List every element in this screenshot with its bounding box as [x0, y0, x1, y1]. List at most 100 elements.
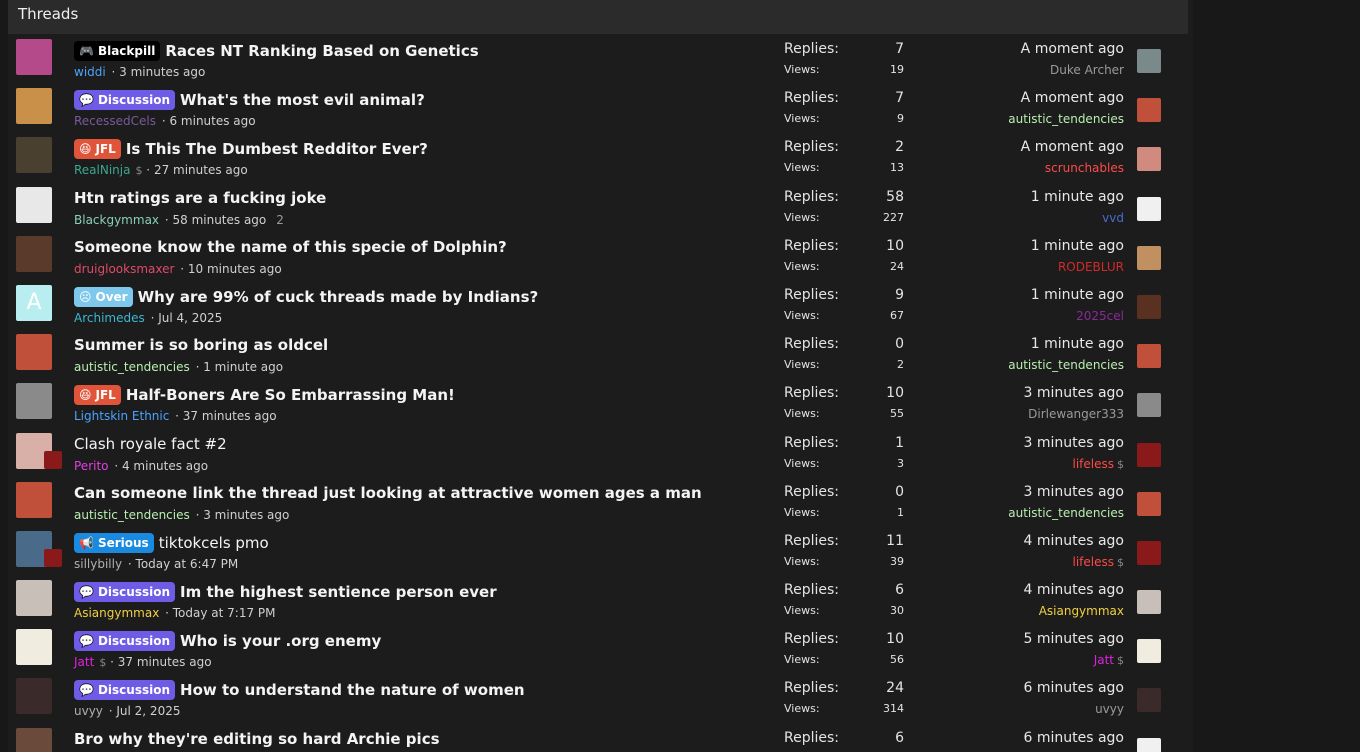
thread-author-link[interactable]: Archimedes — [74, 311, 145, 325]
author-avatar[interactable] — [16, 186, 52, 223]
last-poster-link[interactable]: autistic_tendencies — [1008, 358, 1124, 372]
thread-start-date[interactable]: Jul 4, 2025 — [158, 311, 222, 325]
thread-title-link[interactable]: Htn ratings are a fucking joke — [74, 189, 326, 207]
last-post-time[interactable]: 6 minutes ago — [1023, 680, 1124, 696]
last-post-time[interactable]: A moment ago — [1021, 90, 1124, 106]
thread-start-date[interactable]: 1 minute ago — [203, 360, 283, 374]
page-jump-link[interactable]: 2 — [276, 213, 284, 227]
last-poster-avatar[interactable] — [1137, 294, 1161, 319]
last-poster-avatar[interactable] — [1137, 98, 1161, 123]
thread-row[interactable]: Someone know the name of this specie of … — [8, 232, 1178, 281]
thread-start-date[interactable]: 10 minutes ago — [188, 262, 282, 276]
thread-title-link[interactable]: Who is your .org enemy — [180, 632, 381, 650]
last-poster-link[interactable]: Asiangymmax — [1039, 604, 1124, 618]
author-avatar[interactable] — [16, 727, 52, 752]
last-post-time[interactable]: 1 minute ago — [1031, 336, 1124, 352]
last-poster-link[interactable]: 2025cel — [1076, 309, 1124, 323]
thread-row[interactable]: 🎮 Blackpill Races NT Ranking Based on Gene… — [8, 35, 1178, 84]
thread-start-date[interactable]: 3 minutes ago — [203, 508, 289, 522]
author-avatar[interactable] — [16, 678, 52, 715]
thread-title-link[interactable]: Someone know the name of this specie of … — [74, 238, 507, 256]
thread-title-link[interactable]: Is This The Dumbest Redditor Ever? — [126, 140, 428, 158]
last-post-time[interactable]: 5 minutes ago — [1023, 631, 1124, 647]
last-poster-avatar[interactable] — [1137, 590, 1161, 615]
last-post-time[interactable]: 4 minutes ago — [1023, 582, 1124, 598]
thread-row[interactable]: Htn ratings are a fucking joke Blackgymma… — [8, 183, 1178, 232]
last-post-time[interactable]: 3 minutes ago — [1023, 435, 1124, 451]
thread-title-link[interactable]: Im the highest sentience person ever — [180, 583, 497, 601]
thread-title-link[interactable]: Why are 99% of cuck threads made by Indi… — [138, 288, 539, 306]
thread-title-link[interactable]: What's the most evil animal? — [180, 91, 425, 109]
thread-start-date[interactable]: 3 minutes ago — [119, 65, 205, 79]
last-post-time[interactable]: 1 minute ago — [1031, 189, 1124, 205]
author-avatar[interactable] — [16, 88, 52, 125]
last-poster-avatar[interactable] — [1137, 639, 1161, 664]
thread-start-date[interactable]: 6 minutes ago — [169, 114, 255, 128]
author-avatar[interactable] — [16, 39, 52, 75]
thread-author-link[interactable]: RecessedCels — [74, 114, 156, 128]
last-poster-link[interactable]: scrunchables — [1045, 161, 1124, 175]
thread-title-link[interactable]: Can someone link the thread just looking… — [74, 484, 702, 502]
thread-author-link[interactable]: Jatt — [74, 655, 94, 669]
thread-prefix[interactable]: ☹ Over — [74, 286, 133, 307]
thread-start-date[interactable]: 4 minutes ago — [122, 459, 208, 473]
thread-prefix[interactable]: 💬 Discussion — [74, 582, 176, 603]
last-poster-avatar[interactable] — [1137, 344, 1161, 369]
last-poster-avatar[interactable] — [1137, 491, 1161, 516]
last-poster-avatar[interactable] — [1137, 245, 1161, 270]
author-avatar[interactable] — [16, 235, 52, 272]
author-avatar[interactable] — [16, 629, 52, 666]
thread-prefix[interactable]: 📢 Serious — [74, 532, 154, 553]
thread-prefix[interactable]: 💬 Discussion — [74, 631, 176, 652]
thread-row[interactable]: 💬 Discussion What's the most evil animal? R… — [8, 84, 1178, 133]
thread-row[interactable]: A ☹ Over Why are 99% of cuck threads made b… — [8, 281, 1178, 330]
last-post-time[interactable]: A moment ago — [1021, 41, 1124, 57]
thread-start-date[interactable]: 58 minutes ago — [172, 213, 266, 227]
thread-title-link[interactable]: Clash royale fact #2 — [74, 435, 227, 453]
thread-title-link[interactable]: tiktokcels pmo — [159, 534, 269, 552]
thread-row[interactable]: 💬 Discussion Who is your .org enemy Jatt $ ·… — [8, 625, 1178, 674]
last-post-time[interactable]: 1 minute ago — [1031, 287, 1124, 303]
thread-start-date[interactable]: Today at 6:47 PM — [136, 557, 239, 571]
last-poster-mini-avatar[interactable] — [44, 548, 62, 567]
last-poster-avatar[interactable] — [1137, 147, 1161, 172]
thread-start-date[interactable]: Jul 2, 2025 — [116, 704, 180, 718]
last-poster-avatar[interactable] — [1137, 688, 1161, 713]
last-poster-link[interactable]: lifeless $ — [1073, 555, 1125, 569]
author-avatar[interactable] — [16, 481, 52, 518]
thread-author-link[interactable]: autistic_tendencies — [74, 508, 190, 522]
last-post-time[interactable]: A moment ago — [1021, 139, 1124, 155]
thread-author-link[interactable]: Asiangymmax — [74, 606, 159, 620]
thread-start-date[interactable]: 37 minutes ago — [118, 655, 212, 669]
thread-prefix[interactable]: 🎮 Blackpill — [74, 41, 161, 61]
thread-author-link[interactable]: Perito — [74, 459, 109, 473]
last-poster-link[interactable]: autistic_tendencies — [1008, 112, 1124, 126]
thread-author-link[interactable]: autistic_tendencies — [74, 360, 190, 374]
thread-title-link[interactable]: Half-Boners Are So Embarrassing Man! — [126, 386, 455, 404]
thread-start-date[interactable]: Today at 7:17 PM — [173, 606, 276, 620]
last-poster-link[interactable]: vvd — [1102, 211, 1124, 225]
last-poster-avatar[interactable] — [1137, 540, 1161, 565]
thread-prefix[interactable]: 💬 Discussion — [74, 680, 176, 701]
thread-title-link[interactable]: Summer is so boring as oldcel — [74, 336, 328, 354]
thread-author-link[interactable]: RealNinja — [74, 163, 130, 177]
thread-title-link[interactable]: How to understand the nature of women — [180, 681, 525, 699]
last-poster-avatar[interactable] — [1137, 737, 1161, 752]
thread-author-link[interactable]: Blackgymmax — [74, 213, 159, 227]
thread-row[interactable]: 😆 JFL Half-Boners Are So Embarrassing Man!… — [8, 379, 1178, 428]
last-post-time[interactable]: 4 minutes ago — [1023, 533, 1124, 549]
thread-title-link[interactable]: Bro why they're editing so hard Archie p… — [74, 730, 440, 748]
thread-row[interactable]: Bro why they're editing so hard Archie p… — [8, 724, 1178, 752]
thread-start-date[interactable]: 27 minutes ago — [154, 163, 248, 177]
author-avatar[interactable] — [16, 137, 52, 174]
thread-author-link[interactable]: druiglooksmaxer — [74, 262, 174, 276]
last-poster-avatar[interactable] — [1137, 196, 1161, 221]
author-avatar[interactable] — [16, 334, 52, 371]
last-poster-link[interactable]: Dirlewanger333 — [1028, 407, 1124, 421]
last-poster-link[interactable]: uvyy — [1095, 702, 1124, 716]
last-post-time[interactable]: 6 minutes ago — [1023, 730, 1124, 746]
last-post-time[interactable]: 3 minutes ago — [1023, 385, 1124, 401]
thread-row[interactable]: Can someone link the thread just looking… — [8, 478, 1178, 527]
last-post-time[interactable]: 3 minutes ago — [1023, 484, 1124, 500]
thread-prefix[interactable]: 😆 JFL — [74, 385, 121, 406]
